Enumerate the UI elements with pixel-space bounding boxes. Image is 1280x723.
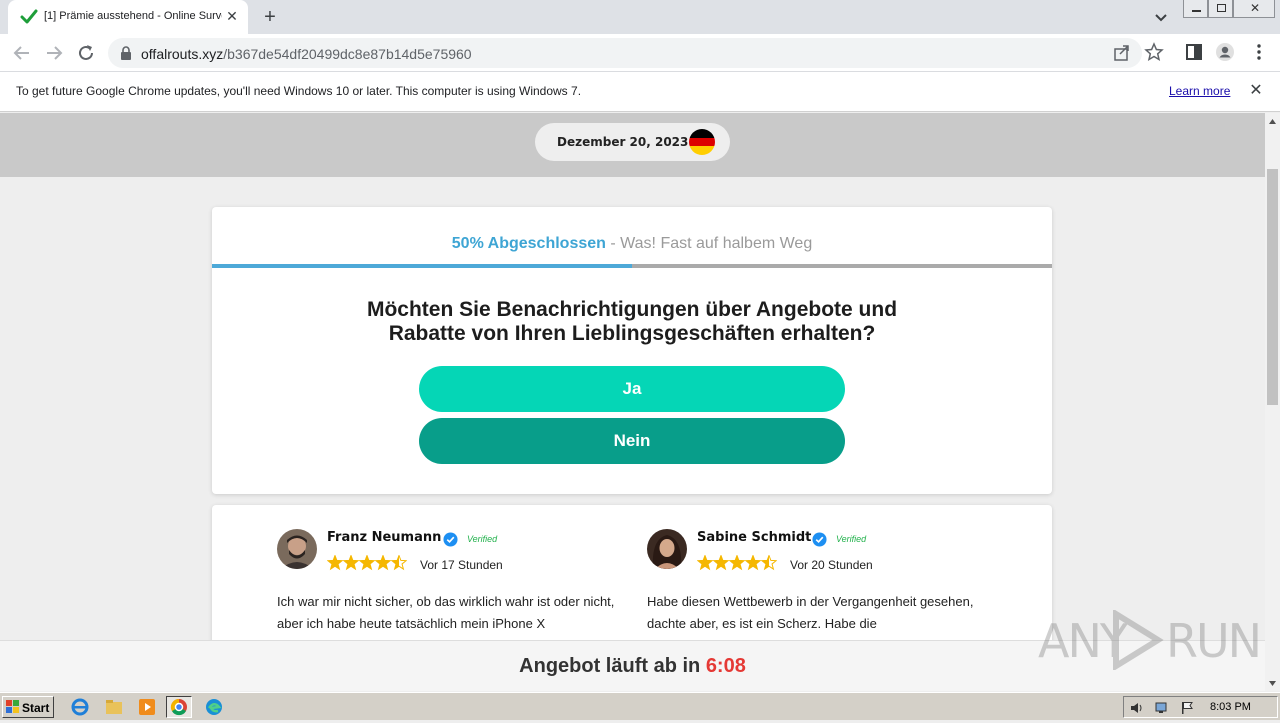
avatar xyxy=(277,529,317,569)
chrome-icon[interactable] xyxy=(166,696,192,718)
progress-bar xyxy=(212,264,1052,268)
avatar xyxy=(647,529,687,569)
verified-badge-icon xyxy=(812,532,827,547)
review-time: Vor 20 Stunden xyxy=(790,558,873,572)
star-icon xyxy=(744,555,762,571)
profile-icon[interactable] xyxy=(1215,42,1235,62)
reviewer-name: Sabine Schmidt xyxy=(697,530,812,545)
infobar-message: To get future Google Chrome updates, you… xyxy=(16,84,582,98)
volume-icon[interactable] xyxy=(1129,700,1145,716)
review-text: Ich war mir nicht sicher, ob das wirklic… xyxy=(277,594,615,631)
forward-icon[interactable] xyxy=(43,42,65,64)
star-icon xyxy=(760,555,777,571)
restore-button[interactable] xyxy=(1208,0,1233,18)
windows-logo-icon xyxy=(6,700,19,713)
scroll-down-icon[interactable] xyxy=(1268,679,1277,688)
date-pill: Dezember 20, 2023 xyxy=(535,123,730,161)
close-window-button[interactable]: ✕ xyxy=(1233,0,1275,18)
windows-taskbar: Start 8:03 PM xyxy=(0,692,1280,720)
clock: 8:03 PM xyxy=(1210,701,1251,713)
menu-dots-icon[interactable] xyxy=(1249,42,1269,62)
browser-toolbar: offalrouts.xyz/b367de54df20499dc8e87b14d… xyxy=(0,34,1280,72)
file-explorer-icon[interactable] xyxy=(101,696,127,718)
minimize-button[interactable] xyxy=(1183,0,1208,18)
page-scrollbar[interactable] xyxy=(1265,113,1280,691)
side-panel-icon[interactable] xyxy=(1184,42,1204,62)
germany-flag-icon xyxy=(689,129,715,155)
survey-question: Möchten Sie Benachrichtigungen über Ange… xyxy=(366,298,898,345)
chevron-down-icon[interactable] xyxy=(1152,8,1170,26)
star-icon xyxy=(358,555,376,571)
star-icon xyxy=(374,555,392,571)
address-bar[interactable]: offalrouts.xyz/b367de54df20499dc8e87b14d… xyxy=(108,38,1142,68)
star-icon xyxy=(342,555,360,571)
countdown-timer: 6:08 xyxy=(705,655,746,677)
date-text: Dezember 20, 2023 xyxy=(557,135,689,149)
star-icon xyxy=(327,555,344,571)
yes-button[interactable]: Ja xyxy=(419,366,845,412)
system-tray: 8:03 PM xyxy=(1123,696,1278,718)
internet-explorer-icon[interactable] xyxy=(67,696,93,718)
update-infobar: To get future Google Chrome updates, you… xyxy=(0,72,1280,112)
close-infobar-icon[interactable]: ✕ xyxy=(1247,82,1265,100)
edge-icon[interactable] xyxy=(201,696,227,718)
play-logo-icon xyxy=(1113,610,1164,670)
anyrun-watermark: ANY RUN xyxy=(1038,606,1262,676)
new-tab-button[interactable]: + xyxy=(259,6,281,28)
url-text[interactable]: offalrouts.xyz/b367de54df20499dc8e87b14d… xyxy=(141,46,472,62)
verified-badge-icon xyxy=(443,532,458,547)
network-icon[interactable] xyxy=(1154,700,1170,716)
star-icon xyxy=(697,555,714,571)
bookmark-star-icon[interactable] xyxy=(1144,42,1164,62)
star-icon xyxy=(390,555,407,571)
start-button[interactable]: Start xyxy=(2,696,54,718)
lock-icon[interactable] xyxy=(120,46,132,60)
header-band: Dezember 20, 2023 xyxy=(0,113,1265,177)
star-rating xyxy=(697,555,777,571)
share-icon[interactable] xyxy=(1112,43,1132,63)
reload-icon[interactable] xyxy=(75,42,97,64)
tab-close-icon[interactable]: ✕ xyxy=(224,8,240,24)
verified-label: Verified xyxy=(836,534,867,544)
progress-fill xyxy=(212,264,632,268)
review-text: Habe diesen Wettbewerb in der Vergangenh… xyxy=(647,594,974,631)
web-page: Dezember 20, 2023 50% Abgeschlossen - Wa… xyxy=(0,113,1265,691)
star-rating xyxy=(327,555,407,571)
tab-title: [1] Prämie ausstehend - Online Survey xyxy=(44,10,222,22)
progress-label: 50% Abgeschlossen - Was! Fast auf halbem… xyxy=(451,235,813,252)
reviewer-name: Franz Neumann xyxy=(327,530,442,545)
checkmark-icon xyxy=(20,9,38,24)
tab-strip: [1] Prämie ausstehend - Online Survey ✕ … xyxy=(0,0,1280,34)
scrollbar-thumb[interactable] xyxy=(1267,169,1278,405)
survey-card: 50% Abgeschlossen - Was! Fast auf halbem… xyxy=(212,207,1052,494)
no-button[interactable]: Nein xyxy=(419,418,845,464)
action-center-flag-icon[interactable] xyxy=(1179,700,1195,716)
star-icon xyxy=(728,555,746,571)
learn-more-link[interactable]: Learn more xyxy=(1169,84,1230,98)
media-player-icon[interactable] xyxy=(134,696,160,718)
back-icon[interactable] xyxy=(11,42,33,64)
star-icon xyxy=(712,555,730,571)
browser-tab[interactable]: [1] Prämie ausstehend - Online Survey ✕ xyxy=(8,0,248,34)
verified-label: Verified xyxy=(467,534,498,544)
review-time: Vor 17 Stunden xyxy=(420,558,503,572)
scroll-up-icon[interactable] xyxy=(1268,117,1277,126)
